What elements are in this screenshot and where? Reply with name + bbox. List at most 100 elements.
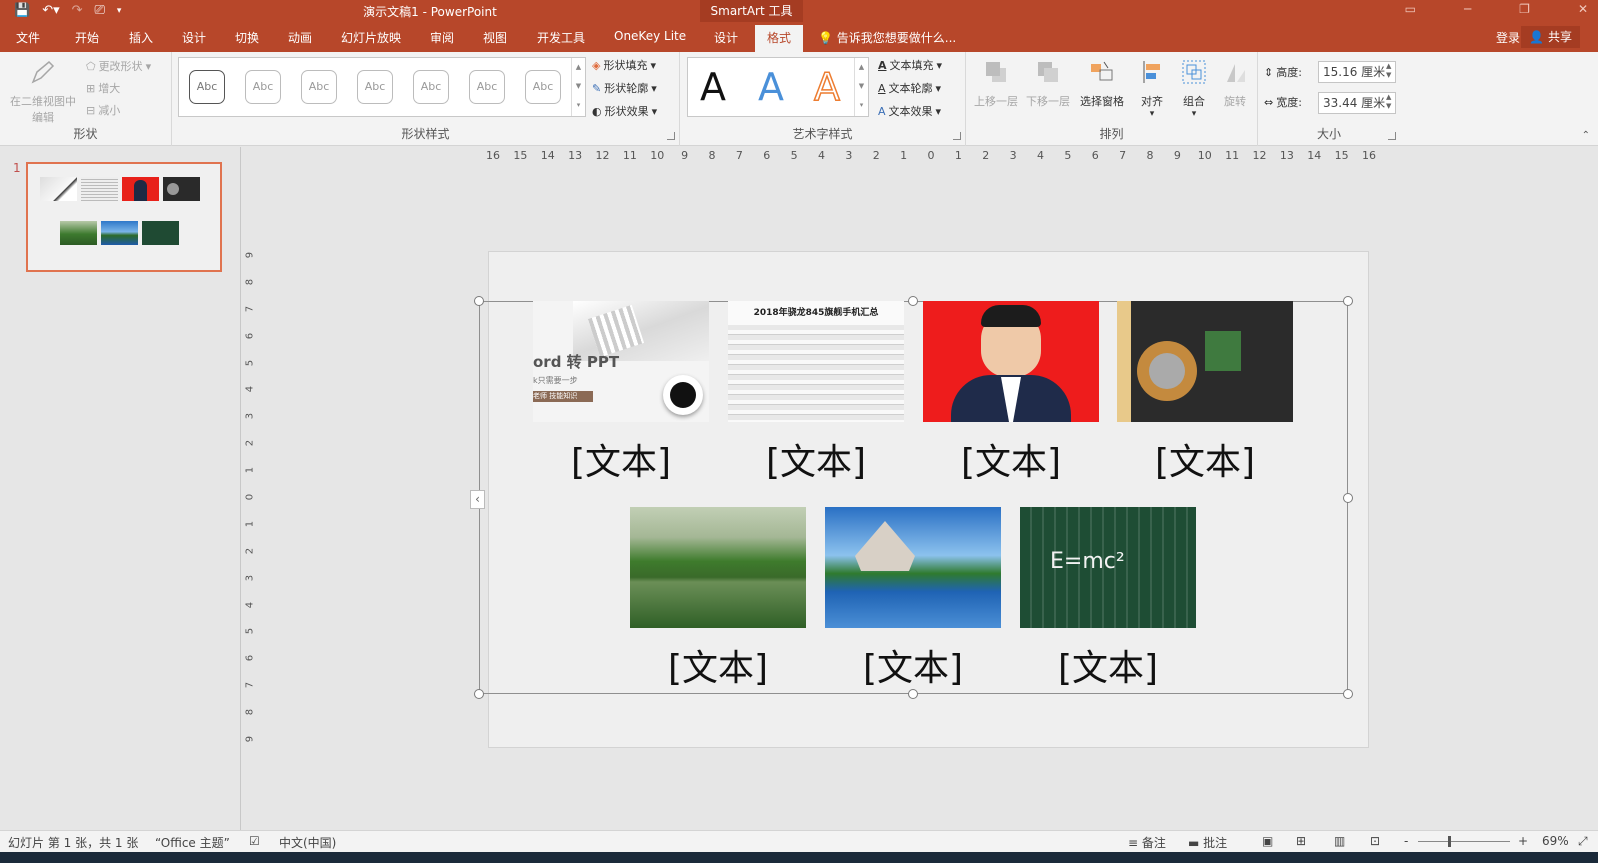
spellcheck-icon[interactable]: ☑ bbox=[249, 834, 260, 848]
smartart-image-chalkboard[interactable]: E=mc² bbox=[1020, 507, 1196, 628]
resize-handle-tl[interactable] bbox=[474, 296, 484, 306]
fit-slide-icon[interactable]: ⤢ bbox=[1578, 834, 1588, 849]
language[interactable]: 中文(中国) bbox=[279, 834, 336, 851]
bring-forward-button[interactable]: 上移一层 bbox=[970, 58, 1022, 109]
shape-style-6[interactable]: Abc bbox=[469, 70, 505, 104]
notes-button[interactable]: ≡ 备注 bbox=[1128, 834, 1166, 851]
slide-thumbnail-1[interactable] bbox=[26, 162, 222, 272]
gallery-more-icon[interactable]: ▾ bbox=[855, 96, 868, 115]
smartart-text-7[interactable]: [文本] bbox=[1020, 649, 1196, 689]
ruler-tick-label: 9 bbox=[244, 735, 256, 743]
shape-style-7[interactable]: Abc bbox=[525, 70, 561, 104]
smartart-text-6[interactable]: [文本] bbox=[825, 649, 1001, 689]
wordart-style-orange-outline[interactable]: A bbox=[813, 65, 841, 109]
wordart-style-black[interactable]: A bbox=[700, 66, 726, 108]
smartart-text-3[interactable]: [文本] bbox=[923, 443, 1099, 483]
ribbon-display-icon[interactable]: ▭ bbox=[1405, 2, 1416, 16]
text-outline-button[interactable]: A 文本轮廓 ▾ bbox=[878, 80, 941, 96]
rotate-button[interactable]: 旋转 bbox=[1216, 58, 1254, 109]
text-pane-toggle-icon[interactable]: ‹ bbox=[470, 490, 485, 509]
smartart-image-phone-table[interactable]: 2018年骁龙845旗舰手机汇总 bbox=[728, 301, 904, 422]
smartart-image-laptop[interactable] bbox=[1117, 301, 1293, 422]
dialog-launcher-icon[interactable] bbox=[953, 132, 961, 140]
normal-view-icon[interactable]: ▣ bbox=[1262, 834, 1273, 848]
smartart-text-1[interactable]: [文本] bbox=[533, 443, 709, 483]
wordart-gallery-scroll[interactable]: ▲ ▼ ▾ bbox=[854, 58, 868, 116]
resize-handle-t[interactable] bbox=[908, 296, 918, 306]
smartart-text-5[interactable]: [文本] bbox=[630, 649, 806, 689]
slide-sorter-icon[interactable]: ⊞ bbox=[1296, 834, 1306, 848]
text-effects-button[interactable]: A 文本效果 ▾ bbox=[878, 103, 941, 119]
wordart-style-blue[interactable]: A bbox=[758, 66, 784, 108]
zoom-in-button[interactable]: + bbox=[1518, 834, 1528, 848]
resize-handle-bl[interactable] bbox=[474, 689, 484, 699]
width-spinner[interactable]: ▲ ▼ bbox=[1386, 93, 1391, 111]
gallery-scroll[interactable]: ▲ ▼ ▾ bbox=[571, 58, 585, 116]
tab-insert[interactable]: 插入 bbox=[129, 29, 153, 46]
tab-view[interactable]: 视图 bbox=[483, 29, 507, 46]
shape-outline-button[interactable]: ✎ 形状轮廓 ▾ bbox=[592, 80, 657, 96]
resize-handle-tr[interactable] bbox=[1343, 296, 1353, 306]
edit-in-2d-button[interactable]: 在二维视图中 编辑 bbox=[4, 58, 82, 125]
tab-onekey[interactable]: OneKey Lite bbox=[614, 29, 686, 43]
scroll-down-icon[interactable]: ▼ bbox=[572, 77, 585, 96]
tab-developer[interactable]: 开发工具 bbox=[537, 29, 585, 46]
shape-style-1[interactable]: Abc bbox=[189, 70, 225, 104]
tell-me-search[interactable]: 💡 告诉我您想要做什么... bbox=[818, 29, 956, 46]
smartart-image-word-ppt[interactable]: ord 转 PPT k只需要一步 老师 技能知识 bbox=[533, 301, 709, 422]
zoom-out-button[interactable]: - bbox=[1404, 834, 1408, 848]
smartart-image-temple[interactable] bbox=[825, 507, 1001, 628]
close-icon[interactable]: ✕ bbox=[1578, 2, 1588, 16]
restore-icon[interactable]: ❐ bbox=[1519, 2, 1530, 16]
reading-view-icon[interactable]: ▥ bbox=[1334, 834, 1345, 848]
share-button[interactable]: 👤 共享 bbox=[1521, 26, 1580, 48]
slideshow-view-icon[interactable]: ⊡ bbox=[1370, 834, 1380, 848]
tab-home[interactable]: 开始 bbox=[75, 29, 99, 46]
minimize-icon[interactable]: ─ bbox=[1464, 2, 1471, 16]
zoom-level[interactable]: 69% bbox=[1542, 834, 1569, 848]
dialog-launcher-icon[interactable] bbox=[667, 132, 675, 140]
resize-handle-r[interactable] bbox=[1343, 493, 1353, 503]
change-shape-button[interactable]: ⬠ 更改形状 ▾ bbox=[86, 58, 151, 74]
larger-button[interactable]: ⊞ 增大 bbox=[86, 80, 120, 96]
scroll-up-icon[interactable]: ▲ bbox=[572, 58, 585, 77]
tab-smartart-format[interactable]: 格式 bbox=[755, 25, 804, 52]
shape-style-2[interactable]: Abc bbox=[245, 70, 281, 104]
scroll-down-icon[interactable]: ▼ bbox=[855, 77, 868, 96]
tab-file[interactable]: 文件 bbox=[16, 29, 40, 46]
height-spinner[interactable]: ▲ ▼ bbox=[1386, 62, 1391, 80]
smartart-text-4[interactable]: [文本] bbox=[1117, 443, 1293, 483]
scroll-up-icon[interactable]: ▲ bbox=[855, 58, 868, 77]
zoom-thumb[interactable] bbox=[1448, 836, 1451, 847]
text-fill-button[interactable]: A 文本填充 ▾ bbox=[878, 57, 942, 73]
smartart-image-lake-forest[interactable] bbox=[630, 507, 806, 628]
tab-transitions[interactable]: 切换 bbox=[235, 29, 259, 46]
shape-style-4[interactable]: Abc bbox=[357, 70, 393, 104]
comments-button[interactable]: ▬ 批注 bbox=[1188, 834, 1227, 851]
group-button[interactable]: 组合 ▾ bbox=[1174, 58, 1214, 119]
selection-pane-button[interactable]: 选择窗格 bbox=[1074, 58, 1130, 109]
resize-handle-b[interactable] bbox=[908, 689, 918, 699]
shape-style-3[interactable]: Abc bbox=[301, 70, 337, 104]
tab-smartart-design[interactable]: 设计 bbox=[714, 29, 738, 46]
width-input[interactable]: 33.44 厘米 bbox=[1318, 92, 1396, 114]
smartart-image-portrait[interactable] bbox=[923, 301, 1099, 422]
shape-fill-button[interactable]: ◈ 形状填充 ▾ bbox=[592, 57, 656, 73]
shape-effects-button[interactable]: ◐ 形状效果 ▾ bbox=[592, 103, 657, 119]
resize-handle-br[interactable] bbox=[1343, 689, 1353, 699]
gallery-more-icon[interactable]: ▾ bbox=[572, 96, 585, 115]
height-input[interactable]: 15.16 厘米 bbox=[1318, 61, 1396, 83]
tab-slideshow[interactable]: 幻灯片放映 bbox=[341, 29, 401, 46]
tab-design[interactable]: 设计 bbox=[182, 29, 206, 46]
login-link[interactable]: 登录 bbox=[1496, 29, 1520, 46]
collapse-ribbon-icon[interactable]: ⌃ bbox=[1582, 130, 1590, 141]
shape-style-5[interactable]: Abc bbox=[413, 70, 449, 104]
dialog-launcher-icon[interactable] bbox=[1388, 132, 1396, 140]
zoom-slider[interactable] bbox=[1418, 841, 1510, 842]
smaller-button[interactable]: ⊟ 减小 bbox=[86, 102, 120, 118]
align-button[interactable]: 对齐 ▾ bbox=[1132, 58, 1172, 119]
send-backward-button[interactable]: 下移一层 bbox=[1022, 58, 1074, 109]
smartart-text-2[interactable]: [文本] bbox=[728, 443, 904, 483]
tab-review[interactable]: 审阅 bbox=[430, 29, 454, 46]
tab-animations[interactable]: 动画 bbox=[288, 29, 312, 46]
